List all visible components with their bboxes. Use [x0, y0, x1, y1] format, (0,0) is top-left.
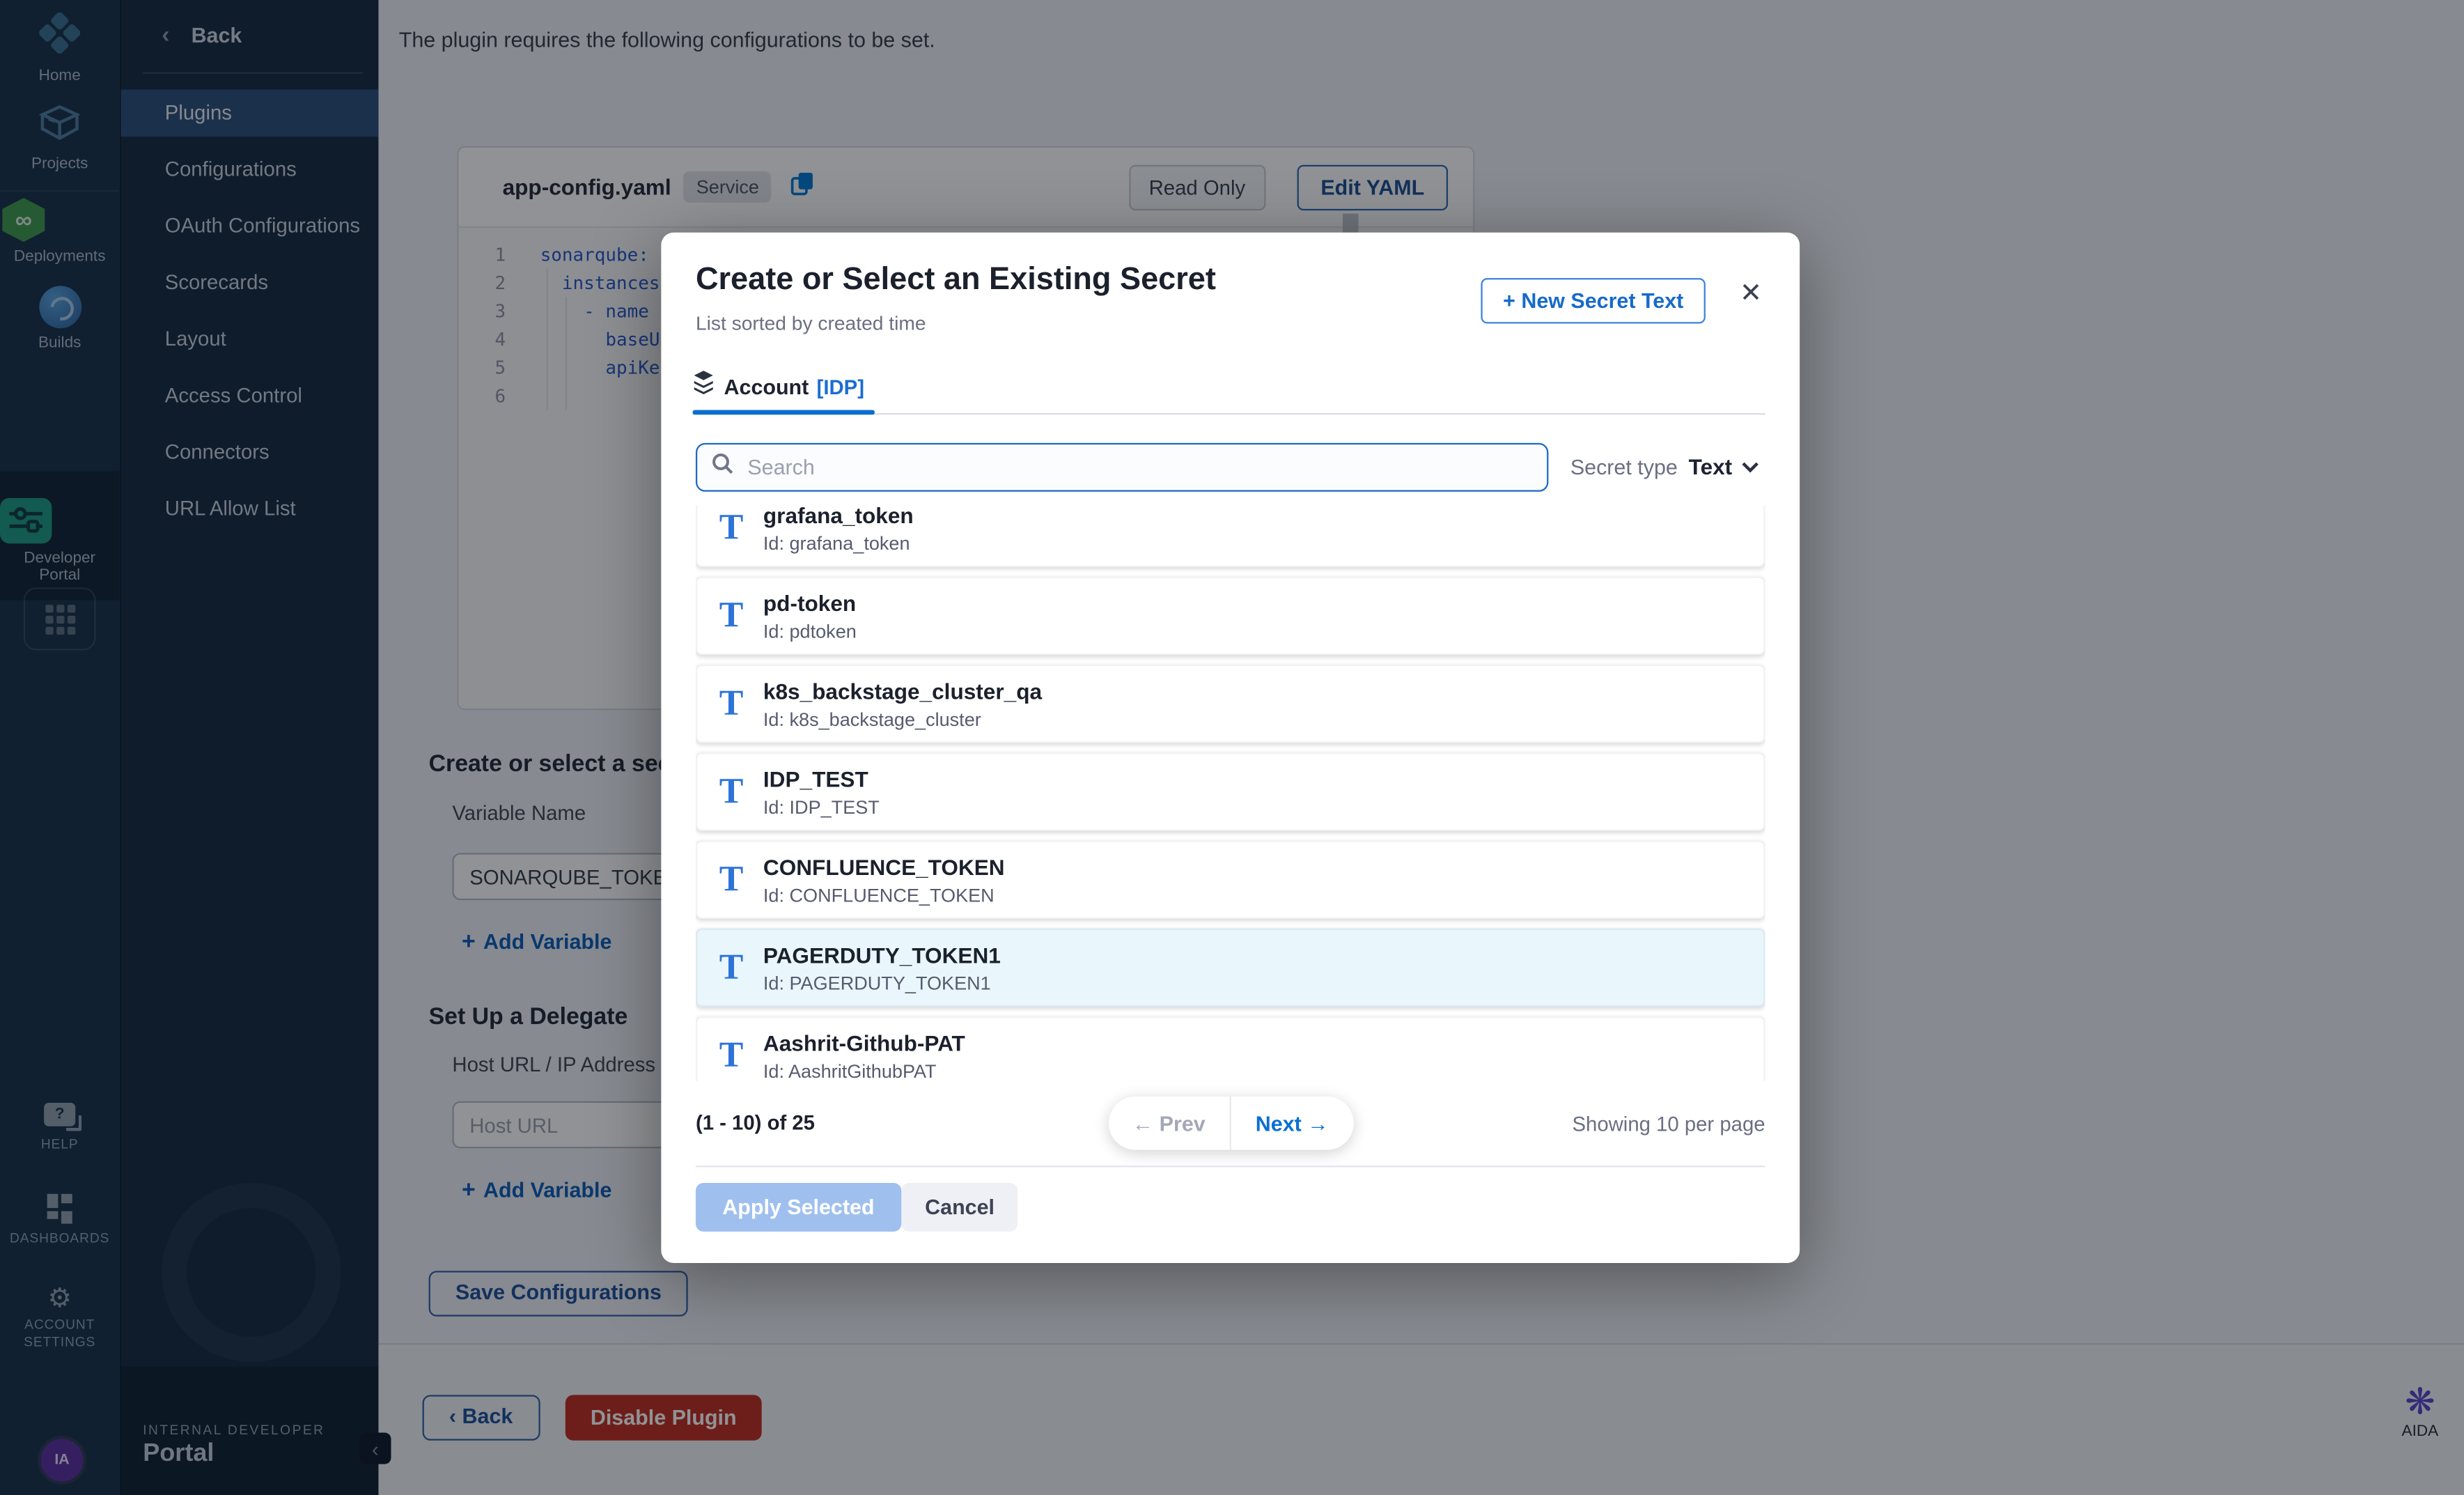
text-secret-icon: T [719, 944, 744, 991]
text-secret-icon: T [719, 856, 744, 904]
close-icon[interactable]: ✕ [1740, 278, 1762, 309]
secret-row-grafana-token[interactable]: T grafana_token Id: grafana_token [696, 506, 1765, 567]
pagination-controls: ← Prev Next → [1108, 1097, 1353, 1150]
tab-scope-label: [IDP] [817, 375, 864, 398]
secret-type-label: Secret type [1570, 455, 1678, 479]
tab-label: Account [724, 375, 809, 398]
chevron-down-icon [1742, 452, 1759, 481]
secret-name: PAGERDUTY_TOKEN1 [763, 943, 1001, 968]
app-root: Home Projects ∞ Deployments Builds [0, 0, 2464, 1495]
prev-page-button[interactable]: ← Prev [1108, 1097, 1231, 1150]
secret-name: k8s_backstage_cluster_qa [763, 679, 1042, 704]
next-page-button[interactable]: Next → [1231, 1097, 1353, 1150]
secret-id: Id: PAGERDUTY_TOKEN1 [763, 973, 991, 995]
secret-list: T grafana_token Id: grafana_token T pd-t… [696, 506, 1765, 1080]
secret-name: pd-token [763, 591, 856, 616]
secret-id: Id: AashritGithubPAT [763, 1060, 937, 1080]
secret-row-k8s-backstage-cluster-qa[interactable]: T k8s_backstage_cluster_qa Id: k8s_backs… [696, 665, 1765, 743]
text-secret-icon: T [719, 592, 744, 640]
secret-row-idp-test[interactable]: T IDP_TEST Id: IDP_TEST [696, 752, 1765, 831]
modal-footer-divider [696, 1165, 1765, 1167]
modal-title: Create or Select an Existing Secret [696, 263, 1216, 299]
text-secret-icon: T [719, 506, 744, 551]
secret-id: Id: IDP_TEST [763, 796, 880, 819]
secret-name: IDP_TEST [763, 766, 868, 791]
layers-icon [692, 371, 715, 402]
per-page-indicator: Showing 10 per page [1572, 1112, 1765, 1136]
secret-row-confluence-token[interactable]: T CONFLUENCE_TOKEN Id: CONFLUENCE_TOKEN [696, 840, 1765, 919]
apply-selected-button[interactable]: Apply Selected [696, 1183, 901, 1232]
tab-account-idp[interactable]: Account [IDP] [692, 371, 864, 402]
secret-id: Id: pdtoken [763, 621, 857, 643]
secret-select-modal: Create or Select an Existing Secret List… [661, 233, 1800, 1263]
cancel-button[interactable]: Cancel [901, 1183, 1017, 1232]
arrow-right-icon: → [1307, 1111, 1328, 1135]
new-secret-text-button[interactable]: + New Secret Text [1481, 278, 1706, 323]
search-box [696, 443, 1548, 492]
pagination-range: (1 - 10) of 25 [696, 1110, 815, 1134]
pagination-bar: (1 - 10) of 25 ← Prev Next → Showing 10 … [696, 1097, 1765, 1150]
search-input[interactable] [744, 454, 1533, 481]
secret-id: Id: grafana_token [763, 532, 910, 555]
modal-subtitle: List sorted by created time [696, 313, 926, 335]
secret-row-pd-token[interactable]: T pd-token Id: pdtoken [696, 577, 1765, 656]
next-label: Next [1256, 1111, 1302, 1135]
secret-name: CONFLUENCE_TOKEN [763, 855, 1005, 880]
secret-name: grafana_token [763, 506, 914, 528]
text-secret-icon: T [719, 1032, 744, 1079]
secret-row-pagerduty-token1[interactable]: T PAGERDUTY_TOKEN1 Id: PAGERDUTY_TOKEN1 [696, 929, 1765, 1007]
secret-id: Id: k8s_backstage_cluster [763, 708, 981, 731]
prev-label: Prev [1160, 1111, 1206, 1135]
secret-type-value: Text [1689, 454, 1733, 479]
secret-type-dropdown[interactable]: Secret type Text [1570, 452, 1759, 481]
secret-name: Aashrit-Github-PAT [763, 1030, 965, 1055]
active-tab-underline [692, 410, 875, 415]
search-icon [711, 452, 733, 482]
arrow-left-icon: ← [1132, 1111, 1153, 1135]
secret-id: Id: CONFLUENCE_TOKEN [763, 885, 995, 907]
text-secret-icon: T [719, 680, 744, 727]
text-secret-icon: T [719, 768, 744, 816]
secret-row-aashrit-github-pat[interactable]: T Aashrit-Github-PAT Id: AashritGithubPA… [696, 1016, 1765, 1080]
